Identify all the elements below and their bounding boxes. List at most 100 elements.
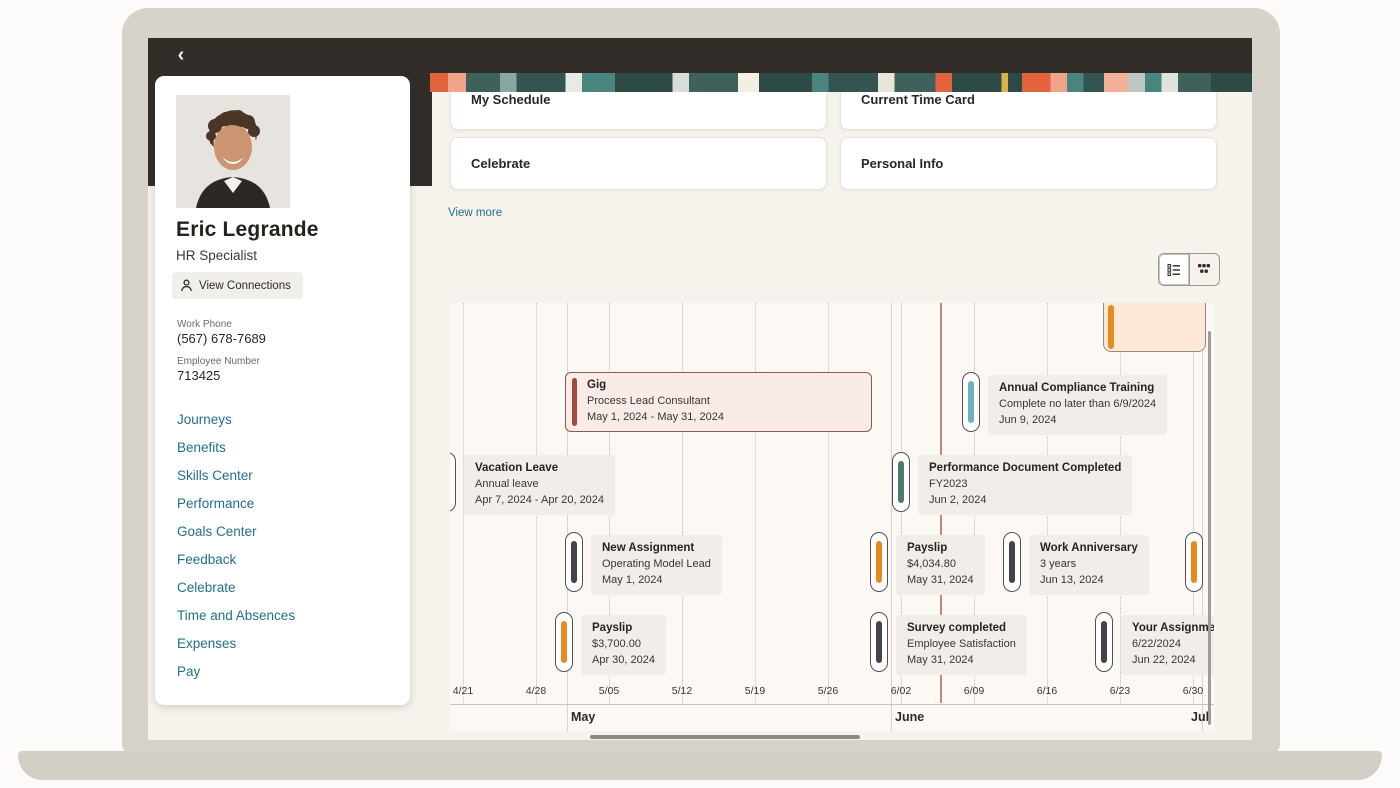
event-marker[interactable]	[565, 532, 583, 592]
event-subtitle: 3 years	[1040, 557, 1138, 573]
view-connections-button[interactable]: View Connections	[172, 272, 303, 299]
event-bar	[561, 621, 567, 663]
event-marker[interactable]	[1185, 532, 1203, 592]
page: ‹ My Schedule Current Time Card Celebrat…	[0, 0, 1400, 788]
event-title: Your Assignment	[1132, 620, 1214, 637]
event-marker[interactable]	[962, 372, 980, 432]
event-bar	[571, 541, 577, 583]
card-title: My Schedule	[471, 92, 550, 107]
sidebar-item-skills-center[interactable]: Skills Center	[177, 468, 253, 483]
axis-tick: 5/12	[672, 685, 692, 697]
event-bar	[876, 621, 882, 663]
app-header-bar	[148, 38, 1252, 73]
event-card[interactable]: Survey completed Employee Satisfaction M…	[896, 615, 1027, 675]
event-card[interactable]: Vacation Leave Annual leave Apr 7, 2024 …	[464, 455, 615, 515]
event-date: Jun 9, 2024	[999, 413, 1156, 429]
event-card[interactable]: Work Anniversary 3 years Jun 13, 2024	[1029, 535, 1149, 595]
event-date: Jun 2, 2024	[929, 493, 1121, 509]
event-card[interactable]: Annual Compliance Training Complete no l…	[988, 375, 1167, 435]
event-title: Payslip	[592, 620, 655, 637]
event-title: Gig	[587, 377, 724, 394]
axis-separator	[450, 704, 1214, 705]
event-marker[interactable]	[450, 452, 456, 512]
back-icon[interactable]: ‹	[168, 42, 194, 68]
event-marker[interactable]	[870, 612, 888, 672]
card-title: Celebrate	[471, 156, 530, 171]
profile-photo-image	[176, 95, 290, 208]
event-marker[interactable]	[555, 612, 573, 672]
month-label: Jul	[1191, 710, 1209, 724]
event-card[interactable]: Your Assignment 6/22/2024 Jun 22, 2024	[1121, 615, 1214, 675]
event-bar	[1108, 305, 1114, 349]
card-title: Personal Info	[861, 156, 943, 171]
person-icon	[180, 279, 193, 292]
event-bar	[572, 378, 577, 426]
event-subtitle: Complete no later than 6/9/2024	[999, 397, 1156, 413]
gridline	[755, 303, 756, 703]
event-marker[interactable]	[1095, 612, 1113, 672]
event-marker[interactable]	[892, 452, 910, 512]
timeline-event-gig[interactable]: Gig Process Lead Consultant May 1, 2024 …	[565, 372, 872, 432]
laptop-base	[18, 751, 1382, 780]
gridline	[682, 303, 683, 703]
event-marker[interactable]	[870, 532, 888, 592]
event-bar	[1101, 621, 1107, 663]
sidebar-item-feedback[interactable]: Feedback	[177, 552, 236, 567]
month-label: May	[571, 710, 595, 724]
month-label: June	[895, 710, 924, 724]
team-view-icon	[1197, 263, 1211, 277]
card-personal-info[interactable]: Personal Info	[840, 137, 1217, 190]
event-bar	[1191, 541, 1197, 583]
axis-tick: 5/05	[599, 685, 619, 697]
axis-tick: 6/23	[1110, 685, 1130, 697]
event-date: May 31, 2024	[907, 653, 1016, 669]
event-card[interactable]: Payslip $3,700.00 Apr 30, 2024	[581, 615, 666, 675]
sidebar-item-time-and-absences[interactable]: Time and Absences	[177, 608, 295, 623]
sidebar-item-pay[interactable]: Pay	[177, 664, 200, 679]
event-bar	[1009, 541, 1015, 583]
profile-photo	[176, 95, 290, 208]
axis-tick: 5/19	[745, 685, 765, 697]
month-boundary-line	[891, 303, 892, 731]
event-date: Apr 7, 2024 - Apr 20, 2024	[475, 493, 604, 509]
sidebar-item-benefits[interactable]: Benefits	[177, 440, 226, 455]
gridline	[828, 303, 829, 703]
timeline-vertical-scrollbar[interactable]	[1208, 331, 1211, 725]
timeline-horizontal-scrollbar[interactable]	[590, 735, 860, 739]
event-date: Apr 30, 2024	[592, 653, 655, 669]
event-card[interactable]: Performance Document Completed FY2023 Ju…	[918, 455, 1132, 515]
event-card[interactable]: Payslip $4,034.80 May 31, 2024	[896, 535, 985, 595]
event-title: Payslip	[907, 540, 974, 557]
axis-tick: 6/02	[891, 685, 911, 697]
event-title: Vacation Leave	[475, 460, 604, 477]
card-celebrate[interactable]: Celebrate	[450, 137, 827, 190]
sidebar-item-expenses[interactable]: Expenses	[177, 636, 236, 651]
employee-number-value: 713425	[177, 368, 220, 383]
list-view-button[interactable]	[1159, 254, 1189, 285]
work-phone-label: Work Phone	[177, 319, 232, 330]
axis-tick: 6/09	[964, 685, 984, 697]
sidebar-item-performance[interactable]: Performance	[177, 496, 254, 511]
list-view-icon	[1167, 263, 1181, 277]
work-phone-value: (567) 678-7689	[177, 331, 266, 346]
team-view-button[interactable]	[1190, 254, 1220, 285]
profile-card: Eric Legrande HR Specialist View Connect…	[155, 76, 410, 705]
event-title: New Assignment	[602, 540, 711, 557]
profile-job-title: HR Specialist	[176, 248, 257, 263]
event-subtitle: Annual leave	[475, 477, 604, 493]
view-connections-label: View Connections	[199, 280, 291, 292]
card-title: Current Time Card	[861, 92, 975, 107]
profile-name: Eric Legrande	[176, 218, 319, 242]
sidebar-item-journeys[interactable]: Journeys	[177, 412, 232, 427]
event-date: May 31, 2024	[907, 573, 974, 589]
timeline-view-toggle	[1158, 253, 1220, 286]
event-marker[interactable]	[1003, 532, 1021, 592]
event-title: Annual Compliance Training	[999, 380, 1156, 397]
event-card[interactable]: New Assignment Operating Model Lead May …	[591, 535, 722, 595]
sidebar-item-goals-center[interactable]: Goals Center	[177, 524, 257, 539]
timeline-event-clipped[interactable]	[1103, 303, 1206, 352]
event-bar	[898, 461, 904, 503]
sidebar-item-celebrate[interactable]: Celebrate	[177, 580, 236, 595]
view-more-link[interactable]: View more	[448, 207, 502, 219]
event-title: Work Anniversary	[1040, 540, 1138, 557]
